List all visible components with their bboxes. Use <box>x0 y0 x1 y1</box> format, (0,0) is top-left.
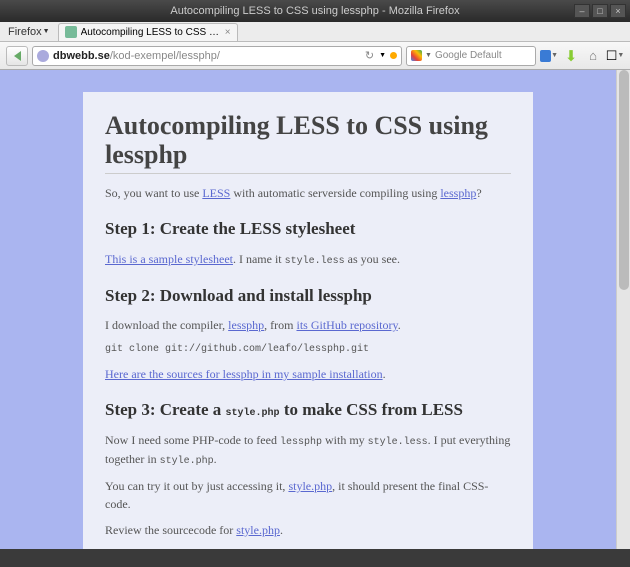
intro-paragraph: So, you want to use LESS with automatic … <box>105 184 511 202</box>
scroll-thumb[interactable] <box>619 70 629 290</box>
url-host: dbwebb.se <box>53 50 110 62</box>
reload-icon[interactable]: ↻ <box>365 49 374 62</box>
globe-icon <box>37 50 49 62</box>
step3-p3: Review the sourcecode for style.php. <box>105 521 511 539</box>
page-viewport: Autocompiling LESS to CSS using lessphp … <box>0 70 616 549</box>
page-content: Autocompiling LESS to CSS using lessphp … <box>83 92 533 549</box>
step3-p2: You can try it out by just accessing it,… <box>105 477 511 513</box>
chevron-down-icon: ▼ <box>617 52 624 59</box>
step3-heading: Step 3: Create a style.php to make CSS f… <box>105 397 511 423</box>
chevron-down-icon[interactable]: ▼ <box>379 52 386 59</box>
github-link[interactable]: its GitHub repository <box>296 318 397 332</box>
search-bar[interactable]: ▼ Google Default <box>406 46 536 66</box>
stylephp-link[interactable]: style.php <box>288 479 332 493</box>
content-area: Autocompiling LESS to CSS using lessphp … <box>0 70 630 549</box>
code-block: git clone git://github.com/leafo/lessphp… <box>105 342 511 357</box>
firefox-menu-label: Firefox <box>8 26 42 38</box>
sample-stylesheet-link[interactable]: This is a sample stylesheet <box>105 252 233 266</box>
firefox-menu[interactable]: Firefox ▼ <box>4 26 54 38</box>
chevron-down-icon: ▼ <box>43 28 50 35</box>
menubar: Firefox ▼ Autocompiling LESS to CSS usin… <box>0 22 630 42</box>
home-button[interactable]: ⌂ <box>584 47 602 65</box>
chevron-down-icon: ▼ <box>551 52 558 59</box>
google-icon <box>411 50 422 61</box>
step1-heading: Step 1: Create the LESS stylesheet <box>105 216 511 242</box>
window-title: Autocompiling LESS to CSS using lessphp … <box>170 5 459 17</box>
stylephp-src-link[interactable]: style.php <box>236 523 280 537</box>
step2-paragraph: I download the compiler, lessphp, from i… <box>105 316 511 334</box>
search-placeholder: Google Default <box>435 50 502 61</box>
back-button[interactable] <box>6 46 28 66</box>
url-bar[interactable]: dbwebb.se/kod-exempel/lessphp/ ↻ ▼ <box>32 46 402 66</box>
maximize-button[interactable]: □ <box>592 4 608 18</box>
code-text: style.php <box>226 408 280 419</box>
favicon-icon <box>65 26 77 38</box>
downloads-button[interactable]: ⬇ <box>562 47 580 65</box>
window-controls: – □ × <box>574 4 626 18</box>
minimize-button[interactable]: – <box>574 4 590 18</box>
toolbar: dbwebb.se/kod-exempel/lessphp/ ↻ ▼ ▼ Goo… <box>0 42 630 70</box>
page-title: Autocompiling LESS to CSS using lessphp <box>105 112 511 174</box>
less-link[interactable]: LESS <box>202 186 230 200</box>
lessphp-link[interactable]: lessphp <box>440 186 476 200</box>
code-text: style.less <box>285 256 345 267</box>
step2-heading: Step 2: Download and install lessphp <box>105 283 511 309</box>
step2-sources-paragraph: Here are the sources for lessphp in my s… <box>105 365 511 383</box>
step3-p1: Now I need some PHP-code to feed lessphp… <box>105 431 511 469</box>
vertical-scrollbar[interactable] <box>616 70 630 549</box>
back-arrow-icon <box>14 51 21 61</box>
addon-button[interactable]: ▼ <box>540 47 558 65</box>
square-icon <box>540 50 551 62</box>
close-button[interactable]: × <box>610 4 626 18</box>
lessphp-link[interactable]: lessphp <box>228 318 264 332</box>
bookmarks-button[interactable]: ☐▼ <box>606 47 624 65</box>
tab-bar: Autocompiling LESS to CSS usin… × <box>54 23 238 41</box>
sources-link[interactable]: Here are the sources for lessphp in my s… <box>105 367 383 381</box>
step1-paragraph: This is a sample stylesheet. I name it s… <box>105 250 511 269</box>
close-tab-icon[interactable]: × <box>225 27 231 38</box>
tab-label: Autocompiling LESS to CSS usin… <box>81 27 221 38</box>
url-path: /kod-exempel/lessphp/ <box>110 50 220 62</box>
step3-p4: Do not forget to make the directory writ… <box>105 547 511 549</box>
chevron-down-icon[interactable]: ▼ <box>425 52 432 59</box>
bookmark-icon[interactable] <box>390 52 397 59</box>
browser-tab[interactable]: Autocompiling LESS to CSS usin… × <box>58 23 238 41</box>
window-titlebar: Autocompiling LESS to CSS using lessphp … <box>0 0 630 22</box>
